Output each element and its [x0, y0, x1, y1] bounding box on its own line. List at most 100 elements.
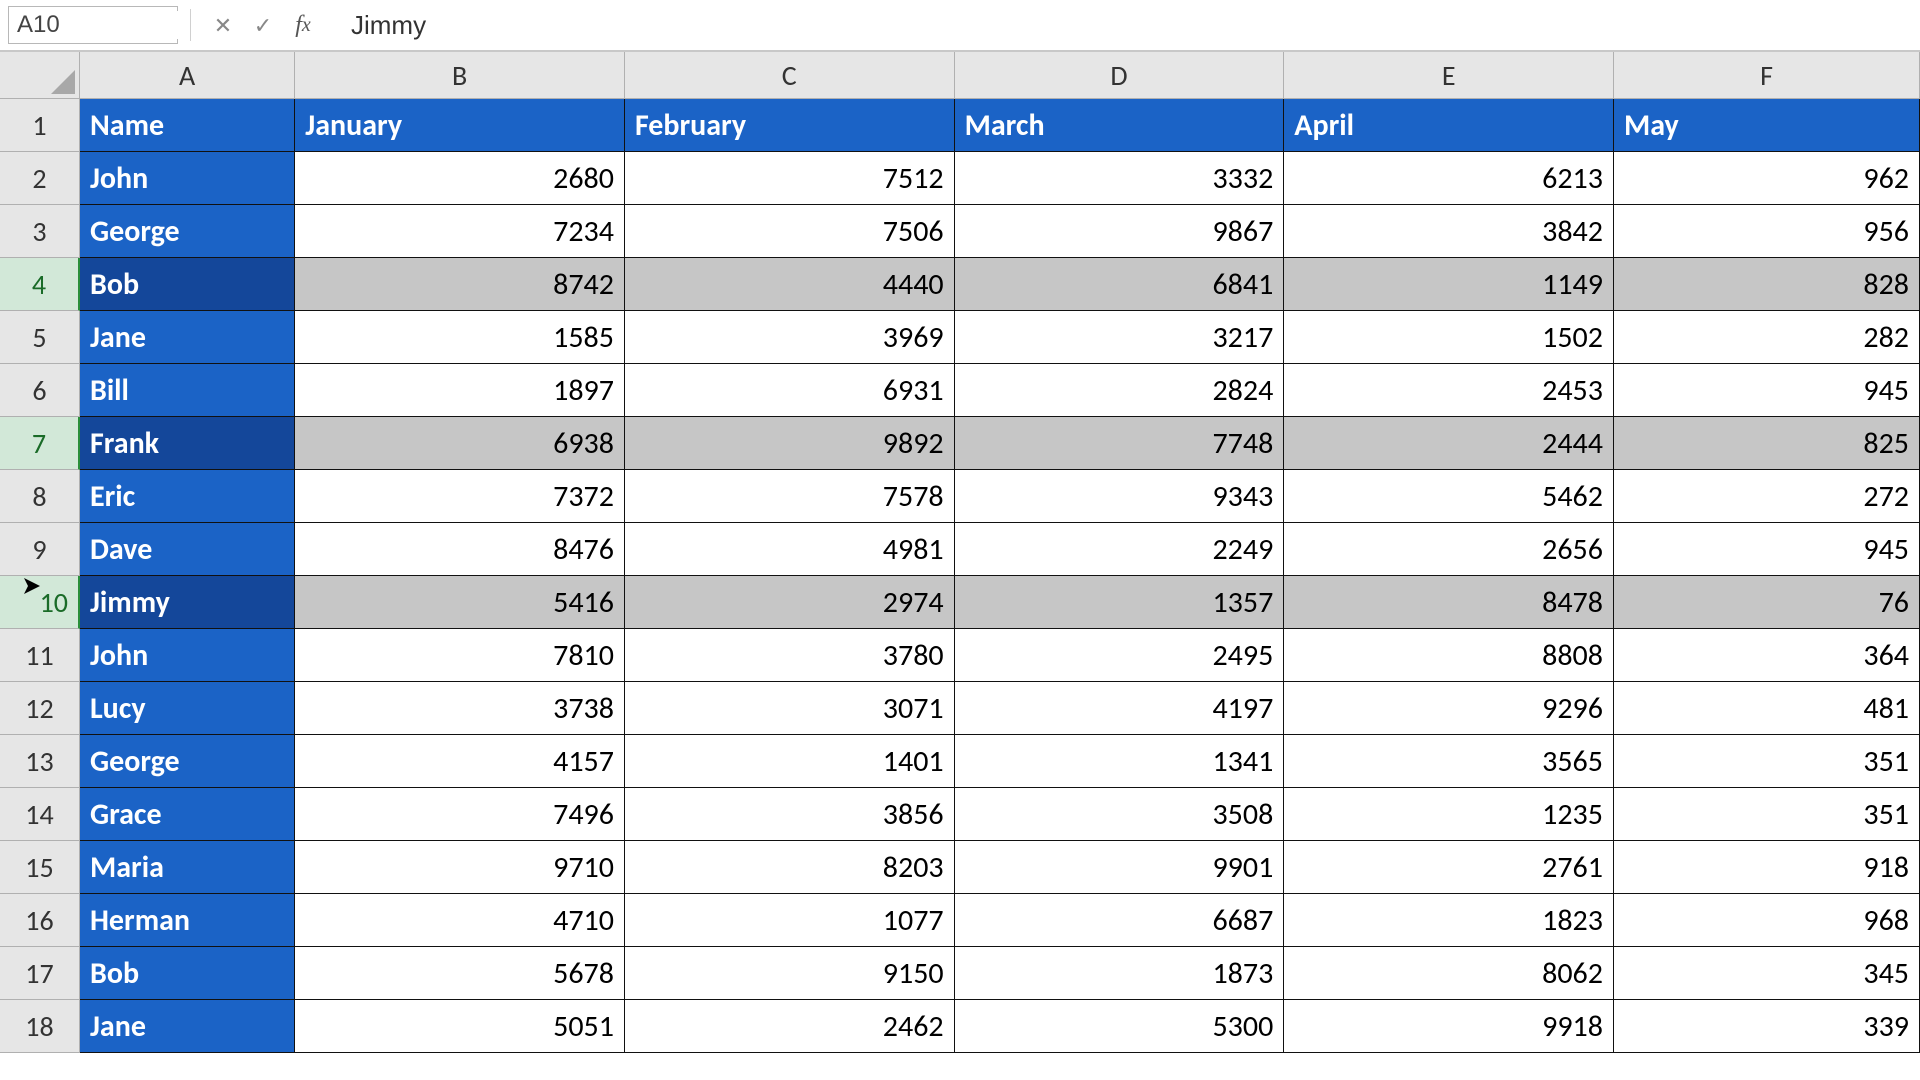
data-cell[interactable]: 272 [1614, 470, 1920, 523]
data-cell[interactable]: 4197 [955, 682, 1285, 735]
data-cell[interactable]: 364 [1614, 629, 1920, 682]
name-cell[interactable]: Lucy [80, 682, 295, 735]
row-header-13[interactable]: 13 [0, 735, 80, 788]
data-cell[interactable]: 8203 [625, 841, 955, 894]
row-header-9[interactable]: 9 [0, 523, 80, 576]
data-cell[interactable]: 1149 [1284, 258, 1614, 311]
name-box[interactable] [8, 6, 178, 44]
data-cell[interactable]: 2680 [295, 152, 625, 205]
data-cell[interactable]: 9867 [955, 205, 1285, 258]
data-cell[interactable]: 8478 [1284, 576, 1614, 629]
data-cell[interactable]: 3856 [625, 788, 955, 841]
row-header-14[interactable]: 14 [0, 788, 80, 841]
row-header-11[interactable]: 11 [0, 629, 80, 682]
data-cell[interactable]: 6931 [625, 364, 955, 417]
header-cell[interactable]: March [955, 99, 1285, 152]
data-cell[interactable]: 3508 [955, 788, 1285, 841]
row-header-3[interactable]: 3 [0, 205, 80, 258]
data-cell[interactable]: 4981 [625, 523, 955, 576]
row-header-10[interactable]: 10 [0, 576, 80, 629]
name-cell[interactable]: Bob [80, 947, 295, 1000]
row-header-6[interactable]: 6 [0, 364, 80, 417]
row-header-5[interactable]: 5 [0, 311, 80, 364]
data-cell[interactable]: 3217 [955, 311, 1285, 364]
data-cell[interactable]: 945 [1614, 523, 1920, 576]
data-cell[interactable]: 1357 [955, 576, 1285, 629]
data-cell[interactable]: 9918 [1284, 1000, 1614, 1053]
data-cell[interactable]: 5051 [295, 1000, 625, 1053]
data-cell[interactable]: 7372 [295, 470, 625, 523]
formula-input[interactable] [323, 6, 1912, 44]
name-cell[interactable]: Bob [80, 258, 295, 311]
row-header-12[interactable]: 12 [0, 682, 80, 735]
name-cell[interactable]: Dave [80, 523, 295, 576]
name-cell[interactable]: Jimmy [80, 576, 295, 629]
data-cell[interactable]: 5462 [1284, 470, 1614, 523]
data-cell[interactable]: 9296 [1284, 682, 1614, 735]
data-cell[interactable]: 918 [1614, 841, 1920, 894]
data-cell[interactable]: 3071 [625, 682, 955, 735]
data-cell[interactable]: 9901 [955, 841, 1285, 894]
data-cell[interactable]: 962 [1614, 152, 1920, 205]
col-header-b[interactable]: B [295, 52, 625, 98]
col-header-e[interactable]: E [1284, 52, 1614, 98]
data-cell[interactable]: 1077 [625, 894, 955, 947]
row-header-17[interactable]: 17 [0, 947, 80, 1000]
header-cell[interactable]: Name [80, 99, 295, 152]
data-cell[interactable]: 956 [1614, 205, 1920, 258]
data-cell[interactable]: 945 [1614, 364, 1920, 417]
column-headers[interactable]: A B C D E F [80, 52, 1920, 99]
name-cell[interactable]: Jane [80, 311, 295, 364]
data-cell[interactable]: 3842 [1284, 205, 1614, 258]
data-cell[interactable]: 2656 [1284, 523, 1614, 576]
data-cell[interactable]: 3780 [625, 629, 955, 682]
data-cell[interactable]: 282 [1614, 311, 1920, 364]
row-header-16[interactable]: 16 [0, 894, 80, 947]
data-cell[interactable]: 2495 [955, 629, 1285, 682]
fx-icon[interactable]: fx [283, 6, 323, 44]
data-cell[interactable]: 1823 [1284, 894, 1614, 947]
data-cell[interactable]: 339 [1614, 1000, 1920, 1053]
header-cell[interactable]: January [295, 99, 625, 152]
data-cell[interactable]: 2761 [1284, 841, 1614, 894]
data-cell[interactable]: 2249 [955, 523, 1285, 576]
data-cell[interactable]: 968 [1614, 894, 1920, 947]
data-cell[interactable]: 1897 [295, 364, 625, 417]
data-cell[interactable]: 481 [1614, 682, 1920, 735]
data-cell[interactable]: 7578 [625, 470, 955, 523]
data-cell[interactable]: 3738 [295, 682, 625, 735]
data-cell[interactable]: 345 [1614, 947, 1920, 1000]
data-cell[interactable]: 828 [1614, 258, 1920, 311]
name-cell[interactable]: Bill [80, 364, 295, 417]
name-cell[interactable]: George [80, 205, 295, 258]
data-cell[interactable]: 8062 [1284, 947, 1614, 1000]
data-cell[interactable]: 5678 [295, 947, 625, 1000]
name-cell[interactable]: Grace [80, 788, 295, 841]
data-cell[interactable]: 4710 [295, 894, 625, 947]
data-cell[interactable]: 7506 [625, 205, 955, 258]
name-cell[interactable]: Herman [80, 894, 295, 947]
col-header-a[interactable]: A [80, 52, 295, 98]
data-cell[interactable]: 7810 [295, 629, 625, 682]
data-cell[interactable]: 6687 [955, 894, 1285, 947]
data-cell[interactable]: 1235 [1284, 788, 1614, 841]
name-cell[interactable]: Frank [80, 417, 295, 470]
col-header-f[interactable]: F [1614, 52, 1920, 98]
data-cell[interactable]: 76 [1614, 576, 1920, 629]
data-cell[interactable]: 8476 [295, 523, 625, 576]
data-cell[interactable]: 5300 [955, 1000, 1285, 1053]
row-header-7[interactable]: 7 [0, 417, 80, 470]
data-cell[interactable]: 7512 [625, 152, 955, 205]
data-cell[interactable]: 3332 [955, 152, 1285, 205]
enter-icon[interactable]: ✓ [243, 6, 283, 44]
data-cell[interactable]: 3969 [625, 311, 955, 364]
data-cell[interactable]: 2824 [955, 364, 1285, 417]
data-cell[interactable]: 351 [1614, 788, 1920, 841]
col-header-c[interactable]: C [625, 52, 955, 98]
name-cell[interactable]: Jane [80, 1000, 295, 1053]
data-cell[interactable]: 9150 [625, 947, 955, 1000]
data-cell[interactable]: 2444 [1284, 417, 1614, 470]
data-cell[interactable]: 5416 [295, 576, 625, 629]
data-cell[interactable]: 2453 [1284, 364, 1614, 417]
data-cell[interactable]: 7496 [295, 788, 625, 841]
